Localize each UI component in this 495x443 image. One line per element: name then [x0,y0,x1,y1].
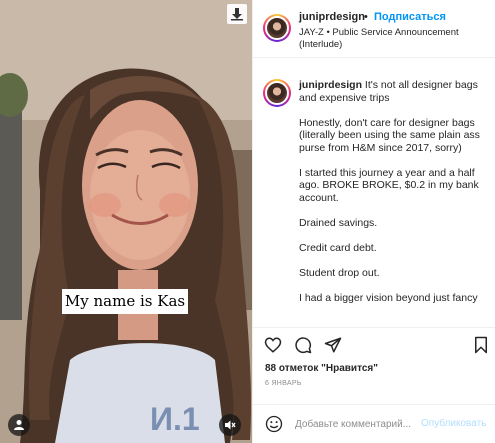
comment-input[interactable] [295,414,419,434]
post-video[interactable]: И.1 My name is Kas [0,0,252,443]
comment-icon [295,337,312,354]
caption-paragraph: I had a bigger vision beyond just fancy [299,291,478,304]
header-separator: • [364,11,368,23]
user-tag-icon [14,420,24,430]
caption-paragraph: Credit card debt. [299,241,377,254]
follow-button[interactable]: Подписаться [374,11,446,23]
video-caption-overlay: My name is Kas [62,289,188,314]
post-caption: juniprdesign It's not all designer bags … [299,79,491,317]
emoji-icon [265,415,283,433]
caption-author-avatar[interactable] [263,79,291,107]
mute-icon [225,420,236,430]
caption-username[interactable]: juniprdesign [299,79,362,91]
emoji-button[interactable] [264,414,284,434]
share-icon [324,337,342,353]
svg-text:И.1: И.1 [150,401,200,437]
caption-paragraph: Drained savings. [299,216,378,229]
download-icon [231,8,243,21]
video-frame: И.1 [0,0,252,443]
like-button[interactable] [263,335,283,355]
audio-track-link[interactable]: JAY-Z • Public Service Announcement (Int… [299,27,489,51]
caption-paragraph: Student drop out. [299,266,380,279]
publish-button[interactable]: Опубликовать [421,418,486,429]
add-comment-bar: Опубликовать [253,404,495,443]
caption-paragraph: I started this journey a year and a half… [299,166,479,204]
comment-button[interactable] [293,335,313,355]
save-button[interactable] [471,335,491,355]
post-caption-area[interactable]: juniprdesign It's not all designer bags … [253,59,495,317]
author-username[interactable]: juniprdesign [299,11,365,23]
likes-count[interactable]: 88 отметок "Нравится" [265,363,378,374]
share-button[interactable] [323,335,343,355]
heart-icon [264,337,282,353]
user-tags-button[interactable] [8,414,30,436]
post-date[interactable]: 6 ЯНВАРЬ [265,380,302,387]
download-button[interactable] [227,4,247,24]
post-header: juniprdesign • Подписаться JAY-Z • Publi… [253,0,495,58]
author-avatar[interactable] [263,14,291,42]
bookmark-icon [475,336,487,354]
mute-button[interactable] [219,414,241,436]
post-actions-bar [253,327,495,357]
caption-paragraph: Honestly, don't care for designer bags (… [299,116,480,154]
post-details-panel: juniprdesign • Подписаться JAY-Z • Publi… [252,0,495,443]
